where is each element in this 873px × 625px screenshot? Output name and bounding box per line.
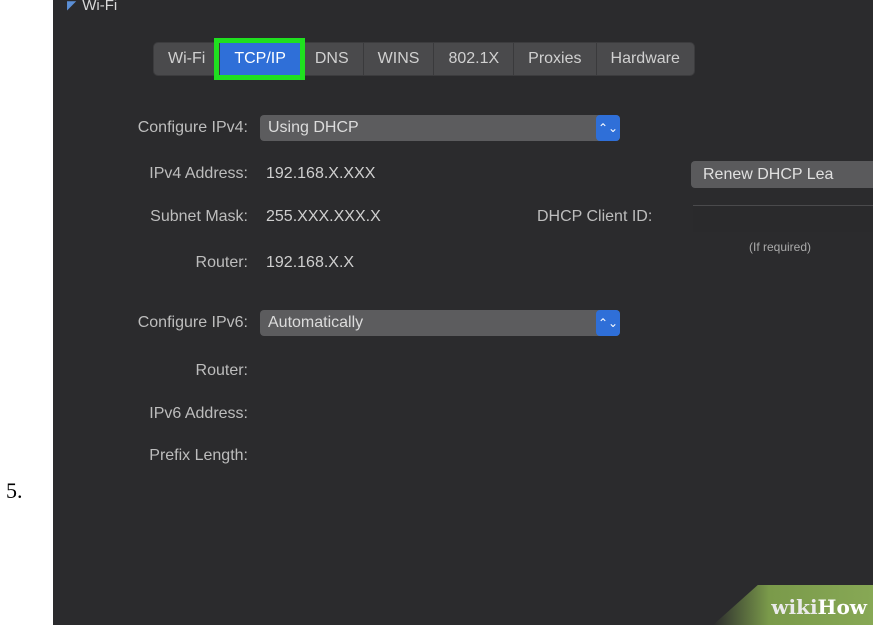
renew-dhcp-lease-button[interactable]: Renew DHCP Lea [691, 161, 873, 188]
ipv6-address-label: IPv6 Address: [149, 405, 248, 422]
prefix-length-label: Prefix Length: [149, 447, 248, 464]
configure-ipv6-value: Automatically [268, 314, 364, 331]
subnet-mask-value: 255.XXX.XXX.X [266, 208, 381, 225]
ipv4-router-value: 192.168.X.X [266, 254, 355, 271]
tab-hardware[interactable]: Hardware [595, 43, 694, 75]
ipv4-router-label: Router: [195, 254, 248, 271]
tab-proxies[interactable]: Proxies [513, 43, 595, 75]
configure-ipv6-select[interactable]: Automatically ⌃⌄ [260, 310, 620, 336]
wifi-icon: ◤ [67, 0, 77, 12]
window-title: Wi-Fi [82, 0, 118, 14]
ipv6-router-label: Router: [195, 362, 248, 379]
dhcp-client-id-field[interactable] [693, 205, 873, 232]
ipv4-address-value: 192.168.X.XXX [266, 165, 376, 182]
if-required-hint: (If required) [749, 240, 812, 254]
configure-ipv4-label: Configure IPv4: [137, 119, 248, 136]
configure-ipv6-label: Configure IPv6: [137, 314, 248, 331]
wikihow-logo-text: wikiHow [771, 595, 867, 619]
subnet-mask-label: Subnet Mask: [150, 208, 248, 225]
tab-tcp-ip[interactable]: TCP/IP [214, 38, 305, 80]
configure-ipv4-select[interactable]: Using DHCP ⌃⌄ [260, 115, 620, 141]
wikihow-watermark: wikiHow [713, 585, 873, 625]
window-title-row: ◤ Wi-Fi [67, 0, 117, 16]
tab-wifi[interactable]: Wi-Fi [154, 43, 219, 75]
ipv4-address-label: IPv4 Address: [149, 165, 248, 182]
tab-dns[interactable]: DNS [299, 43, 363, 75]
updown-chevron-icon[interactable]: ⌃⌄ [596, 310, 620, 336]
configure-ipv4-value: Using DHCP [268, 119, 359, 136]
dhcp-client-id-label: DHCP Client ID: [537, 208, 653, 225]
step-number: 5. [6, 478, 23, 503]
tab-bar: Wi-Fi TCP/IP DNS WINS 802.1X Proxies Har… [153, 38, 695, 80]
network-settings-panel: ◤ Wi-Fi Wi-Fi TCP/IP DNS WINS 802.1X Pro… [53, 0, 873, 625]
tab-wins[interactable]: WINS [362, 43, 434, 75]
updown-chevron-icon[interactable]: ⌃⌄ [596, 115, 620, 141]
tab-802-1x[interactable]: 802.1X [433, 43, 513, 75]
